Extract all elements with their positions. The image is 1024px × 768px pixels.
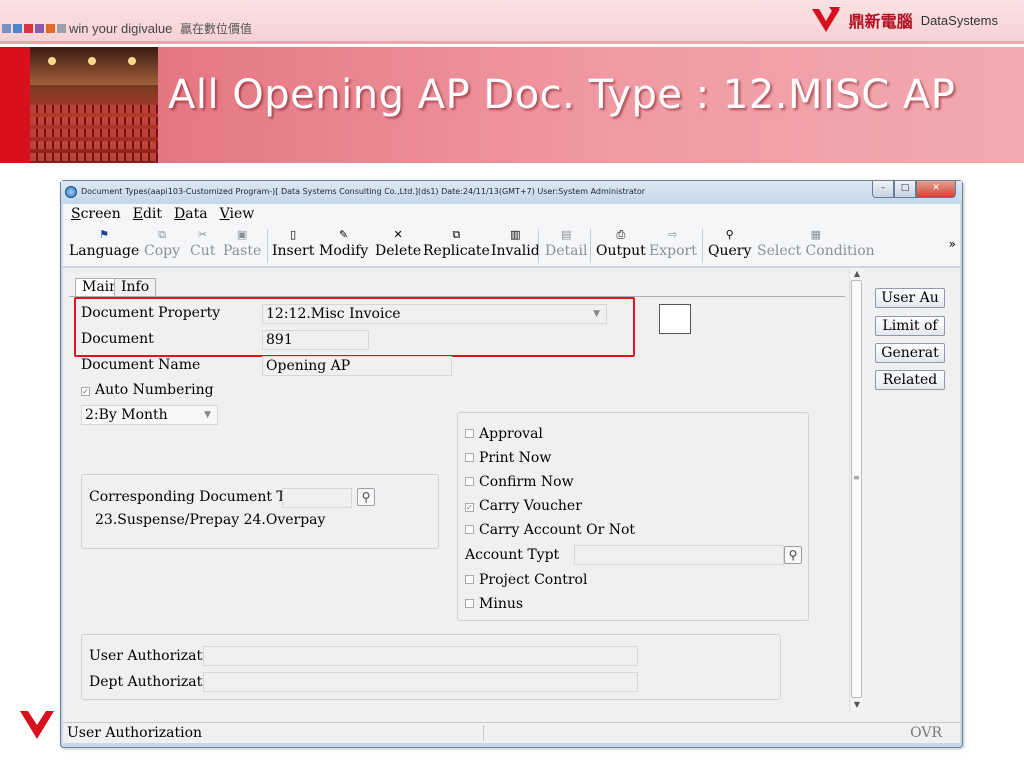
output-button[interactable]: ⎙ Output [596,227,646,259]
menu-data[interactable]: Data [174,206,208,222]
project-control-checkbox[interactable]: Project Control [465,572,587,588]
print-now-checkbox[interactable]: Print Now [465,450,551,466]
maximize-button[interactable]: □ [894,181,916,198]
scroll-up-icon[interactable]: ▲ [850,268,864,280]
corresponding-doc-hint: 23.Suspense/Prepay 24.Overpay [95,512,326,528]
search-icon[interactable]: ⚲ [357,488,375,506]
client-area: Main Info Document Property 12:12.Misc I… [63,268,960,726]
tagline-cn-text: 贏在數位價值 [179,22,252,36]
minus-checkbox[interactable]: Minus [465,596,523,612]
highlight-box [74,297,635,357]
app-window: Document Types(aapi103-Customized Progra… [60,180,963,748]
color-preview-box[interactable] [659,304,691,334]
account-type-label: Account Typt [465,547,560,563]
replicate-button[interactable]: ⧉ Replicate [423,227,490,259]
document-name-field[interactable]: Opening AP [262,356,452,376]
main-tab-panel: Document Property 12:12.Misc Invoice ▼ D… [69,296,845,726]
select-condition-button[interactable]: ▦ Select Condition [757,227,875,259]
form-area: Main Info Document Property 12:12.Misc I… [65,275,845,726]
generate-side-button[interactable]: Generat [875,343,945,363]
minimize-button[interactable]: – [872,181,894,198]
replicate-icon: ⧉ [452,228,461,241]
menu-edit[interactable]: Edit [133,206,162,222]
dept-auth-field[interactable] [203,672,638,692]
printer-icon: ⎙ [616,228,626,241]
flag-icon: ⚑ [99,228,110,241]
search-icon[interactable]: ⚲ [784,546,802,564]
account-type-field[interactable] [574,545,784,565]
corner-v-logo-icon [20,711,54,739]
checkbox-checked-icon: ✓ [81,387,90,396]
app-globe-icon [65,186,77,198]
corresponding-doc-field[interactable] [282,488,352,508]
scissors-icon: ✂ [198,228,208,241]
status-text: User Authorization [67,725,203,741]
auto-numbering-checkbox[interactable]: ✓ Auto Numbering [81,382,214,398]
carry-voucher-checkbox[interactable]: ✓ Carry Voucher [465,498,582,514]
brand-name-en: DataSystems [920,12,998,28]
export-icon: ⇨ [668,228,678,241]
copy-icon: ⧉ [158,228,166,241]
toolbar: ⚑ Language ⧉ Copy ✂ Cut ▣ Paste ▯ Insert ✎ Mod… [63,223,960,267]
slide-red-edge [0,47,30,163]
modify-button[interactable]: ✎ Modify [319,227,368,259]
trash-icon: ▥ [510,228,521,241]
document-name-label: Document Name [81,357,201,373]
limit-side-button[interactable]: Limit of [875,316,945,336]
query-button[interactable]: ⚲ Query [708,227,751,259]
invalid-button[interactable]: ▥ Invalid [491,227,540,259]
window-titlebar[interactable]: Document Types(aapi103-Customized Progra… [61,181,962,203]
vertical-scrollbar[interactable]: ▲ ≡ ▼ [849,268,863,713]
new-doc-icon: ▯ [290,228,297,241]
pencil-icon: ✎ [339,228,349,241]
paste-icon: ▣ [236,228,248,241]
delete-button[interactable]: ✕ Delete [375,227,421,259]
numbering-mode-select[interactable]: 2:By Month ▼ [81,405,218,425]
scroll-down-icon[interactable]: ▼ [850,699,864,711]
detail-button[interactable]: ▤ Detail [545,227,587,259]
auditorium-photo [30,47,158,163]
binoculars-icon: ⚲ [725,228,734,241]
menu-screen[interactable]: Screen [71,206,121,222]
confirm-now-checkbox[interactable]: Confirm Now [465,474,574,490]
language-button[interactable]: ⚑ Language [69,227,139,259]
cut-button[interactable]: ✂ Cut [190,227,215,259]
carry-account-checkbox[interactable]: Carry Account Or Not [465,522,635,538]
insert-button[interactable]: ▯ Insert [272,227,314,259]
tab-info[interactable]: Info [114,278,157,296]
related-side-button[interactable]: Related [875,370,945,390]
filter-icon: ▦ [810,228,822,241]
slide-header-bar: win your digivalue 贏在數位價值 鼎新電腦 DataSyste… [0,0,1024,44]
detail-icon: ▤ [561,228,572,241]
paste-button[interactable]: ▣ Paste [223,227,261,259]
user-auth-side-button[interactable]: User Au [875,288,945,308]
chevron-down-icon: ▼ [204,410,211,420]
delete-x-icon: ✕ [393,228,403,241]
authorization-group: User Authorization Dept Authorization [81,634,781,700]
scroll-grip-icon: ≡ [853,473,860,482]
options-group: Approval Print Now Confirm Now ✓ Carry Vo… [457,412,809,621]
brand-logo: 鼎新電腦 DataSystems [811,6,998,34]
window-title: Document Types(aapi103-Customized Progra… [81,187,646,196]
corresponding-doc-label: Corresponding Document Type [89,489,311,505]
scroll-thumb[interactable] [851,280,862,698]
approval-checkbox[interactable]: Approval [465,426,543,442]
brand-name-cn: 鼎新電腦 [848,12,913,31]
corresponding-doc-group: Corresponding Document Type ⚲ 23.Suspens… [81,474,439,549]
copy-button[interactable]: ⧉ Copy [144,227,180,259]
tagline-text: win your digivalue [69,21,173,36]
user-auth-field[interactable] [203,646,638,666]
menu-view[interactable]: View [220,206,255,222]
slide-tagline: win your digivalue 贏在數位價值 [69,20,252,37]
slide-title: All Opening AP Doc. Type : 12.MISC AP [168,72,956,118]
brand-v-logo-icon [811,7,840,32]
export-button[interactable]: ⇨ Export [649,227,697,259]
toolbar-overflow-button[interactable]: » [949,237,956,251]
close-button[interactable]: ✕ [916,181,956,198]
color-squares-decoration [2,24,66,33]
menu-bar: Screen Edit Data View [63,204,960,223]
status-mode: OVR [910,725,942,741]
checkbox-checked-icon: ✓ [465,503,474,512]
status-bar: User Authorization OVR [63,722,960,743]
